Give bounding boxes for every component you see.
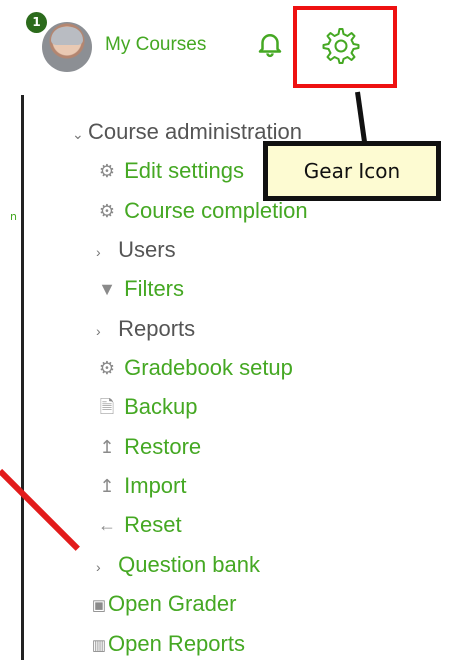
menu-open-grader[interactable]: ▣Open Grader xyxy=(90,591,237,618)
gear-icon: ⚙ xyxy=(98,161,116,181)
left-text-fragment: n xyxy=(10,210,17,223)
menu-label: Gradebook setup xyxy=(124,355,293,380)
menu-label: Question bank xyxy=(118,552,260,577)
menu-users[interactable]: › Users xyxy=(96,238,176,264)
menu-edit-settings[interactable]: ⚙ Edit settings xyxy=(96,159,244,183)
menu-label: Open Grader xyxy=(108,591,237,616)
menu-reports[interactable]: › Reports xyxy=(96,317,195,343)
bell-icon[interactable] xyxy=(255,28,285,60)
menu-question-bank[interactable]: › Question bank xyxy=(96,553,260,579)
menu-filters[interactable]: ▼ Filters xyxy=(96,277,184,301)
gear-highlight-box xyxy=(293,6,397,88)
menu-backup[interactable]: 🗎 Backup xyxy=(96,395,198,419)
menu-label: Course completion xyxy=(124,198,308,223)
menu-label: Backup xyxy=(124,394,198,419)
arrow-left-icon: ← xyxy=(98,515,116,535)
avatar[interactable] xyxy=(42,22,92,72)
grader-icon: ▣ xyxy=(91,597,107,614)
course-administration-node[interactable]: ⌄ Course administration xyxy=(72,120,302,146)
callout-connector xyxy=(355,91,368,144)
chevron-right-icon: › xyxy=(96,559,101,575)
chevron-down-icon: ⌄ xyxy=(72,126,84,142)
filter-icon: ▼ xyxy=(98,279,116,299)
upload-icon: ↥ xyxy=(99,476,115,496)
chevron-right-icon: › xyxy=(96,323,101,339)
menu-open-reports[interactable]: ▥Open Reports xyxy=(90,632,245,658)
chart-icon: ▥ xyxy=(91,637,107,654)
menu-label: Restore xyxy=(124,434,202,459)
upload-icon: ↥ xyxy=(99,437,115,457)
menu-label: Reports xyxy=(118,316,196,341)
menu-restore[interactable]: ↥ Restore xyxy=(96,435,201,459)
file-icon: 🗎 xyxy=(99,397,115,417)
menu-label: Filters xyxy=(124,276,185,301)
chevron-right-icon: › xyxy=(96,244,101,260)
menu-label: Users xyxy=(118,237,176,262)
gear-icon: ⚙ xyxy=(98,201,116,221)
left-border xyxy=(21,95,24,660)
gear-icon-callout: Gear Icon xyxy=(263,141,441,201)
menu-label: Open Reports xyxy=(108,631,245,656)
avatar-hair xyxy=(51,27,83,45)
red-pointer-line xyxy=(0,468,80,551)
menu-label: Reset xyxy=(124,512,182,537)
my-courses-link[interactable]: My Courses xyxy=(105,34,206,56)
gear-icon: ⚙ xyxy=(98,358,116,378)
menu-import[interactable]: ↥ Import xyxy=(96,474,186,498)
notification-count-badge[interactable]: 1 xyxy=(26,12,47,33)
menu-reset[interactable]: ← Reset xyxy=(96,513,182,537)
menu-course-completion[interactable]: ⚙ Course completion xyxy=(96,199,308,223)
menu-label: Import xyxy=(124,473,187,498)
menu-label: Edit settings xyxy=(124,158,244,183)
course-administration-label: Course administration xyxy=(88,119,302,144)
menu-gradebook-setup[interactable]: ⚙ Gradebook setup xyxy=(96,356,293,380)
